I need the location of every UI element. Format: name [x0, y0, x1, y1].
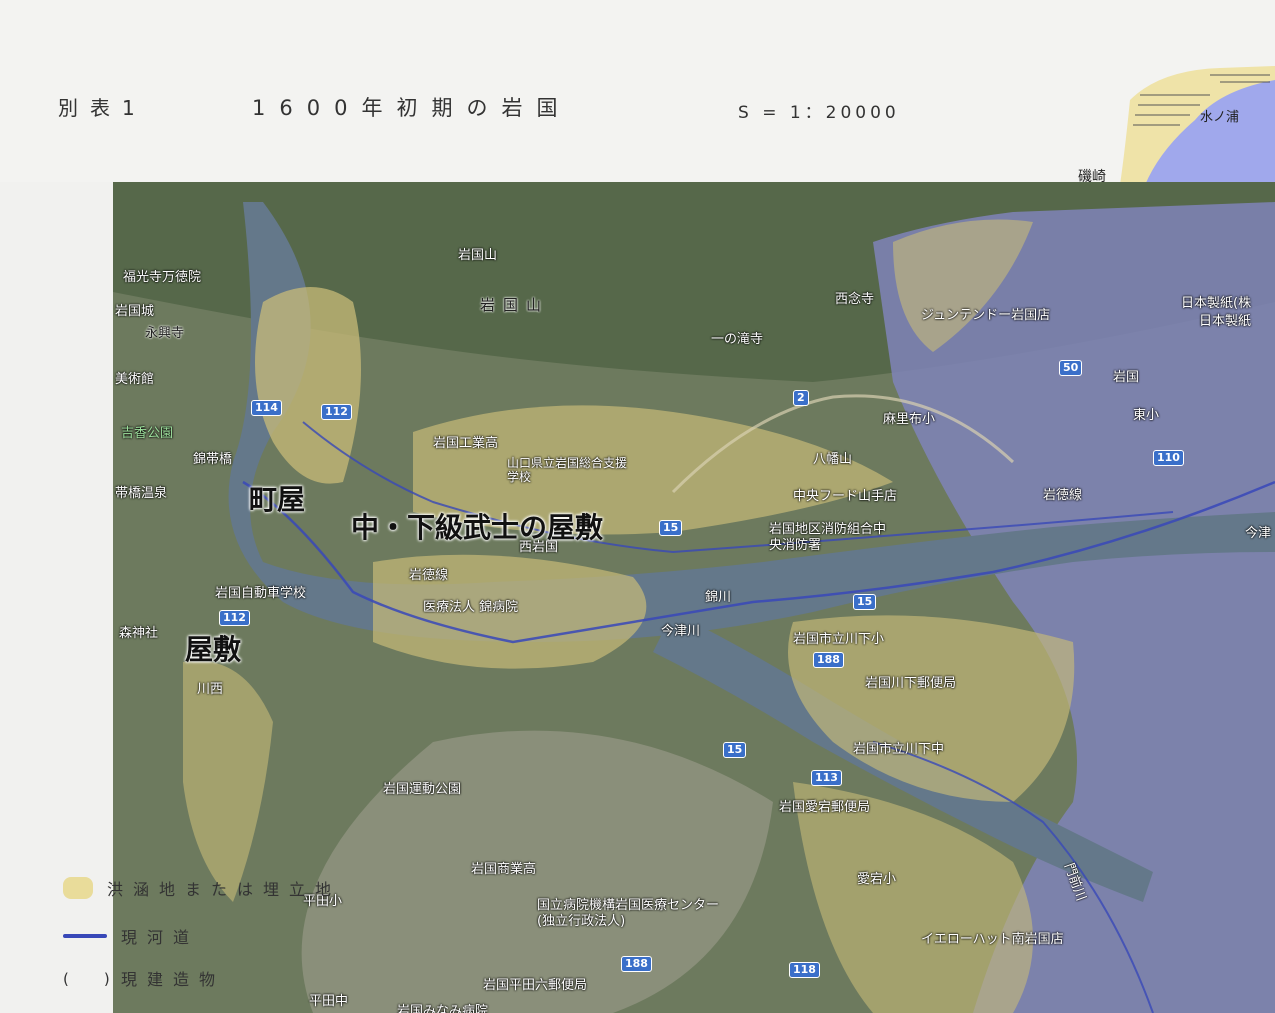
label-hirata-chu: 平田中: [309, 994, 349, 1009]
label-junteendo: ジュンテンドー岩国店: [921, 308, 1051, 323]
label-kintaikyo: 錦帯橋: [193, 452, 233, 467]
label-kawanishi: 川西: [197, 682, 224, 697]
table-label: 別表1: [58, 96, 147, 120]
label-eikoji: 永興寺: [145, 326, 185, 341]
legend-river: 現河道: [63, 924, 199, 948]
bay-label: 水ノ浦: [1200, 110, 1240, 125]
label-morijinja: 森神社: [119, 626, 159, 641]
label-imazu-river: 今津川: [661, 624, 701, 639]
label-iwatoku-line-east: 岩徳線: [1043, 488, 1083, 503]
label-iwatoku-line-west: 岩徳線: [409, 568, 449, 583]
label-fukukoji: 福光寺万徳院: [123, 270, 202, 285]
route-shield: 112: [321, 404, 352, 420]
label-atago-elem: 愛宕小: [857, 872, 897, 887]
route-shield: 2: [793, 390, 809, 406]
annotation-samurai-residences: 中・下級武士の屋敷: [351, 511, 604, 544]
inset-coast-sketch: [1120, 66, 1275, 185]
route-shield: 15: [723, 742, 747, 758]
label-nishinenji: 西念寺: [835, 292, 875, 307]
label-tatekawa-shimo: 岩国市立川下小: [793, 632, 885, 647]
label-chuo-food: 中央フード山手店: [793, 489, 898, 504]
label-imazu: 今津: [1245, 526, 1272, 541]
label-hachimanyama: 八幡山: [813, 452, 853, 467]
label-kikko-park: 吉香公園: [121, 426, 174, 441]
label-yellow-hat: イエローハット南岩国店: [921, 932, 1064, 947]
label-nishiki-river: 錦川: [705, 590, 732, 605]
label-iwakuni-commercial: 岩国商業高: [471, 862, 537, 877]
legend-building-label: 現建造物: [121, 970, 226, 989]
label-yamaguchi-school: 山口県立岩国総合支援学校: [507, 456, 628, 484]
route-shield: 50: [1059, 360, 1083, 376]
label-hospital: 国立病院機構岩国医療センター(独立行政法人): [537, 898, 720, 929]
annotation-machiya: 町屋: [249, 483, 306, 516]
route-shield: 112: [219, 610, 250, 626]
paper-header: 別表1 1600年初期の岩国 S = 1：20000: [0, 0, 1275, 182]
route-shield: 110: [1153, 450, 1184, 466]
label-museum: 美術館: [115, 372, 155, 387]
label-higashi-elem: 東小: [1133, 408, 1160, 423]
label-kawashimo-post: 岩国川下郵便局: [865, 676, 957, 691]
route-shield: 114: [251, 400, 282, 416]
legend-flood: 洪涵地または埋立地: [63, 876, 341, 900]
label-fire-station: 岩国地区消防組合中央消防署: [769, 522, 887, 553]
annotation-yashiki: 屋敷: [185, 633, 242, 666]
label-minami-hospital: 岩国みなみ病院: [397, 1004, 489, 1013]
legend-flood-label: 洪涵地または埋立地: [107, 880, 342, 899]
label-iwakuni-castle: 岩国城: [115, 304, 155, 319]
route-shield: 15: [853, 594, 877, 610]
label-mt-iwakuni-poi: 岩国山: [458, 248, 498, 263]
route-shield: 15: [659, 520, 683, 536]
legend-flood-swatch: [63, 877, 93, 899]
label-hirata-post: 岩国平田六郵便局: [483, 978, 588, 993]
legend-building: ( ) 現建造物: [63, 966, 225, 990]
route-shield: 188: [813, 652, 844, 668]
label-iwakuni-jidosha: 岩国自動車学校: [215, 586, 307, 601]
label-nippon-seishi: 日本製紙(株: [1181, 296, 1252, 311]
label-mt-iwakuni: 岩国山: [480, 296, 550, 314]
map-title: 1600年初期の岩国: [252, 96, 572, 120]
label-kawashimo-chu: 岩国市立川下中: [853, 742, 945, 757]
label-kin-hospital: 医療法人 錦病院: [423, 600, 519, 615]
label-iwakuni-station: 岩国: [1113, 370, 1140, 385]
label-mariifu-elem: 麻里布小: [883, 412, 936, 427]
scale-text: S = 1：20000: [738, 103, 900, 123]
route-shield: 113: [811, 770, 842, 786]
label-iwakuni-tech: 岩国工業高: [433, 436, 499, 451]
legend-river-label: 現河道: [121, 928, 200, 947]
route-shield: 118: [789, 962, 820, 978]
label-atago-post: 岩国愛宕郵便局: [779, 800, 871, 815]
label-kintaikyo-spa: 帯橋温泉: [115, 486, 168, 501]
legend-river-swatch: [63, 934, 107, 938]
label-ichinotakidera: 一の滝寺: [711, 332, 764, 347]
route-shield: 188: [621, 956, 652, 972]
legend-building-symbol: ( ): [63, 969, 120, 988]
label-iwakuni-sports: 岩国運動公園: [383, 782, 462, 797]
label-nippon-seishi-2: 日本製紙: [1199, 314, 1252, 329]
